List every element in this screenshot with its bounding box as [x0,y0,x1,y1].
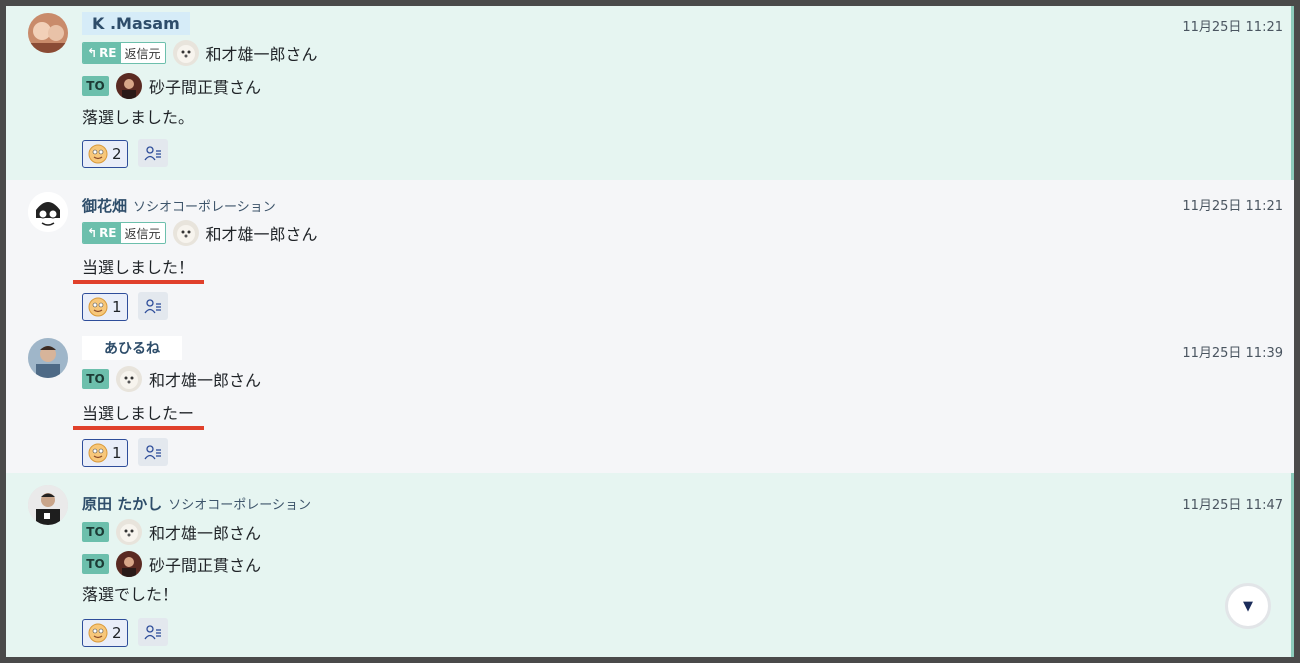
scroll-down-button[interactable]: ▼ [1225,583,1271,629]
to-badge: TO [82,554,109,574]
mini-avatar [116,73,142,99]
sender-name[interactable]: あひるね [82,336,182,360]
readers-button[interactable] [138,618,168,646]
readers-list-icon [144,445,161,460]
reply-badge[interactable]: ↰ RE 返信元 [82,42,166,64]
reaction-button[interactable]: 2 [82,140,128,168]
reply-arrow-icon: ↰ [87,226,98,240]
to-target[interactable]: 砂子間正貫さん [149,74,261,98]
avatar[interactable] [28,192,68,232]
timestamp: 11月25日 11:47 [1182,498,1283,513]
smile-face-icon [88,297,108,317]
readers-button[interactable] [138,139,168,167]
sender-name[interactable]: 原田 たかし [82,493,162,514]
reaction-button[interactable]: 1 [82,439,128,467]
message-body: 当選しました！ [82,258,195,277]
message-item: K .Masam 11月25日 11:21 ↰ RE 返信元 和才雄一郎さん TO… [6,6,1294,180]
scroll-down-icon: ▼ [1243,598,1253,614]
reply-badge[interactable]: ↰ RE 返信元 [82,222,166,244]
to-target[interactable]: 和才雄一郎さん [149,520,261,544]
to-target[interactable]: 砂子間正貫さん [149,552,261,576]
readers-button[interactable] [138,438,168,466]
sender-name[interactable]: K .Masam [82,11,190,35]
mini-avatar [116,366,142,392]
timestamp: 11月25日 11:39 [1182,346,1283,361]
message-body: 落選でした！ [82,585,179,604]
readers-list-icon [144,625,161,640]
reaction-count: 1 [112,444,122,462]
mini-avatar [116,551,142,577]
mini-avatar [172,220,199,246]
reply-source-label: 返信元 [120,223,165,243]
readers-list-icon [144,299,161,314]
smile-face-icon [88,623,108,643]
timestamp: 11月25日 11:21 [1182,20,1283,35]
avatar[interactable] [28,13,68,53]
message-body: 当選しましたー [82,404,195,423]
avatar[interactable] [28,338,68,378]
sender-name[interactable]: 御花畑 [82,195,127,216]
smile-face-icon [88,144,108,164]
readers-list-icon [144,146,161,161]
smile-face-icon [88,443,108,463]
readers-button[interactable] [138,292,168,320]
reply-target[interactable]: 和才雄一郎さん [206,41,318,65]
reaction-button[interactable]: 2 [82,619,128,647]
message-item: 原田 たかし ソシオコーポレーション 11月25日 11:47 TO 和才雄一郎… [6,473,1294,657]
mini-avatar [172,40,199,66]
reaction-count: 1 [112,298,122,316]
sender-org: ソシオコーポレーション [168,497,311,513]
mini-avatar [116,519,142,545]
highlight-underline [73,280,204,284]
message-item: 御花畑 ソシオコーポレーション 11月25日 11:21 ↰ RE 返信元 和才雄… [6,180,1294,326]
reply-source-label: 返信元 [120,43,165,63]
to-badge: TO [82,522,109,542]
sender-org: ソシオコーポレーション [133,199,276,215]
reply-target[interactable]: 和才雄一郎さん [206,221,318,245]
to-target[interactable]: 和才雄一郎さん [149,367,261,391]
timestamp: 11月25日 11:21 [1182,199,1283,214]
reaction-count: 2 [112,624,122,642]
chat-timeline: K .Masam 11月25日 11:21 ↰ RE 返信元 和才雄一郎さん TO… [6,6,1294,657]
message-item: あひるね 11月25日 11:39 TO 和才雄一郎さん 当選しましたー 1 [6,326,1294,473]
reaction-count: 2 [112,145,122,163]
to-badge: TO [82,76,109,96]
highlight-underline [73,426,204,430]
to-badge: TO [82,369,109,389]
reply-arrow-icon: ↰ [87,46,98,60]
message-body: 落選しました。 [82,108,195,127]
avatar[interactable] [28,485,68,525]
reaction-button[interactable]: 1 [82,293,128,321]
